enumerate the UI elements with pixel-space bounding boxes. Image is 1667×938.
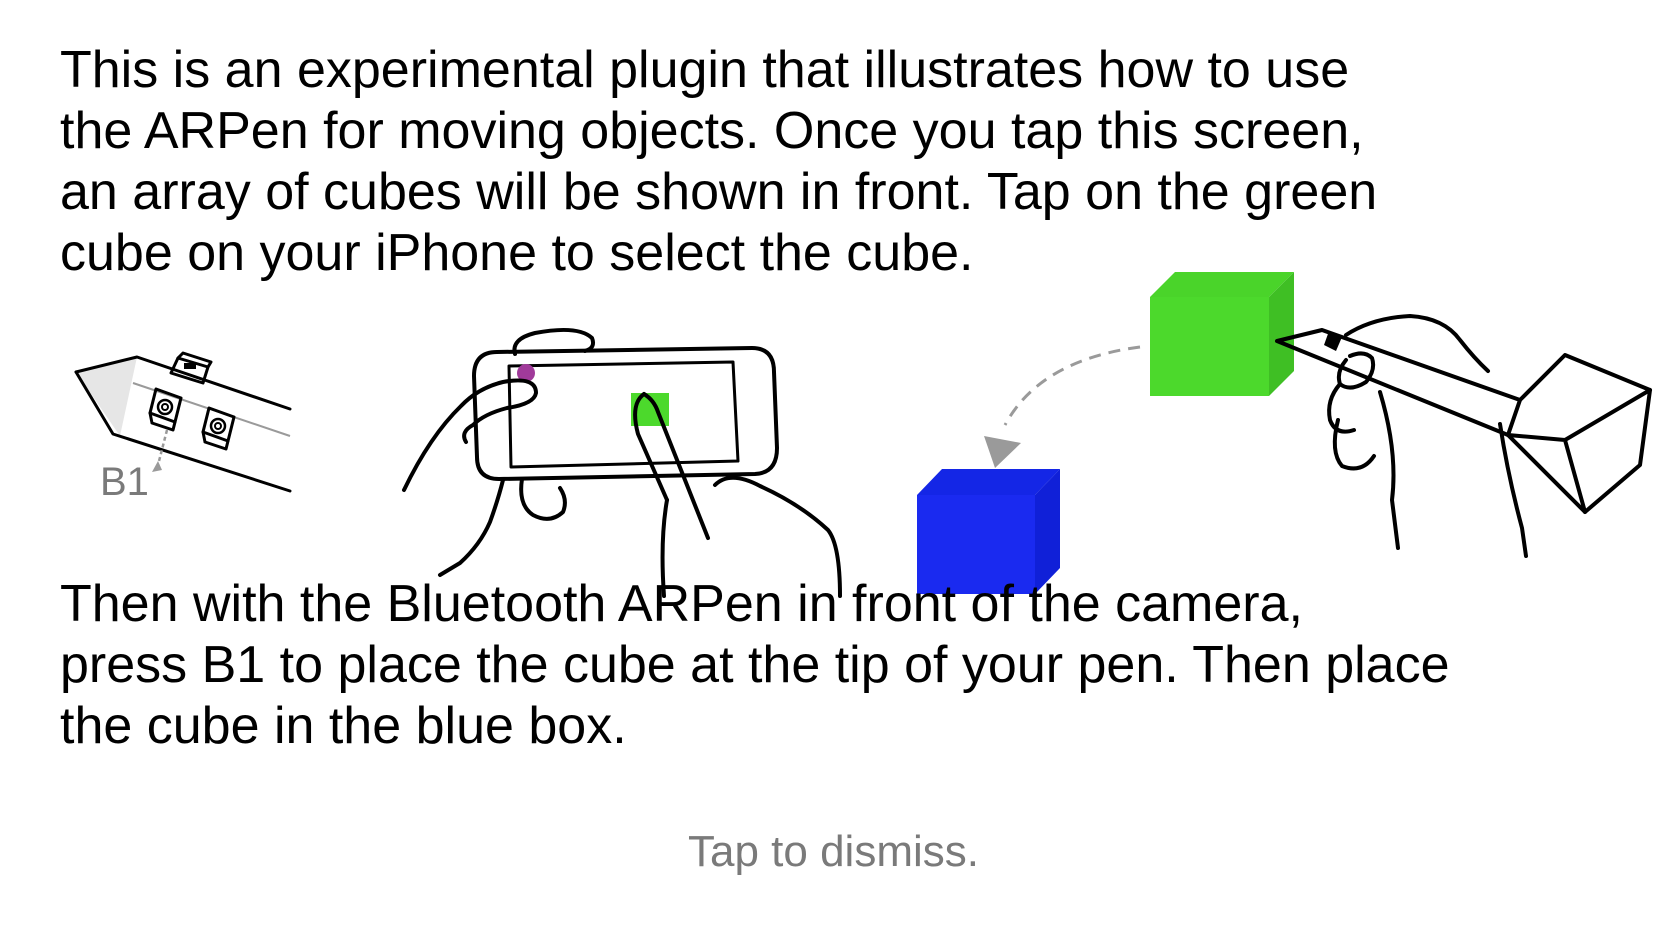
arpen-tip-diagram: B1 [74,351,292,504]
outro-line: press B1 to place the cube at the tip of… [60,636,1450,694]
phone-screen [507,360,740,469]
outro-line: the cube in the blue box. [60,697,627,755]
instruction-overlay[interactable]: This is an experimental plugin that illu… [0,0,1667,938]
pen-button-b1 [148,387,183,432]
illustration: B1 [74,272,1652,598]
outro-instructions: Then with the Bluetooth ARPen in front o… [60,574,1640,757]
green-selected-cube [1150,272,1294,396]
pen-hand-diagram [1275,314,1652,558]
dismiss-hint[interactable]: Tap to dismiss. [0,826,1667,878]
hand-palm-left [1378,390,1400,550]
move-arrow [1003,345,1141,426]
outro-line: Then with the Bluetooth ARPen in front o… [60,575,1303,633]
hand-index [1327,382,1356,434]
hand-palm-right [1498,422,1528,558]
hand-thumb [1336,351,1376,390]
arpen-body [1275,328,1522,437]
wire-cube-inner-edges [1506,388,1652,514]
b1-arrow-head [152,461,162,472]
left-lower-finger [519,477,567,521]
hand-middle [1332,418,1376,471]
pen-top-button [169,351,213,385]
b1-label: B1 [100,460,149,504]
move-arrow-head [984,436,1021,468]
phone-tap-diagram [402,327,842,598]
left-fingers [402,378,538,492]
pen-button-b2 [201,406,236,451]
left-palm-edge [438,478,505,577]
